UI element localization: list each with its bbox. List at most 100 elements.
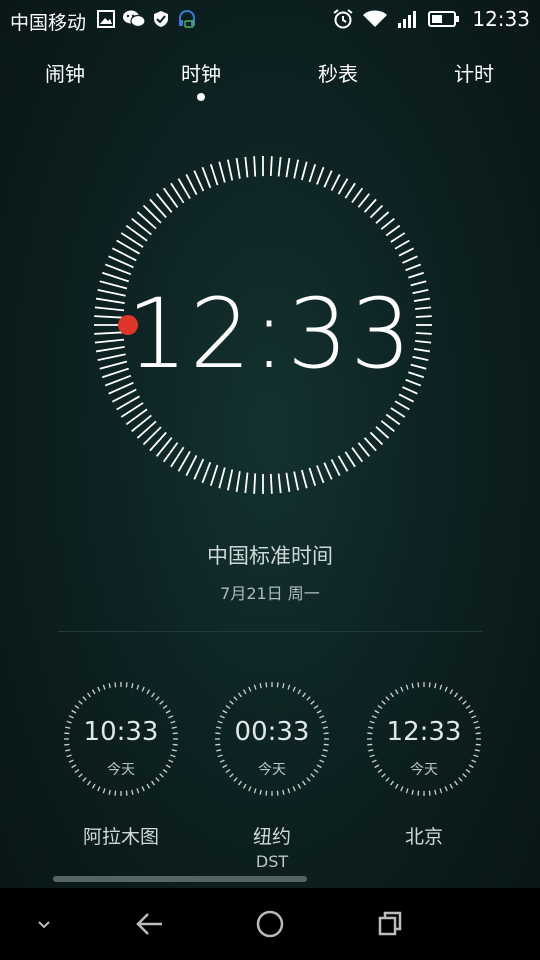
headset-icon	[179, 9, 195, 28]
dial-tick	[351, 447, 364, 463]
tab-stopwatch[interactable]: 秒表	[283, 58, 393, 87]
world-dial-tick	[444, 786, 448, 792]
world-dial-tick	[411, 789, 414, 795]
hide-nav-button[interactable]	[20, 900, 68, 948]
world-dial-tick	[265, 790, 268, 796]
world-dial-tick	[217, 754, 223, 758]
world-dial-tick	[297, 783, 302, 789]
dial-tick	[253, 156, 257, 177]
world-dial-tick	[146, 783, 151, 789]
dial-tick	[300, 161, 308, 181]
time-zone-name: 中国标准时间	[207, 544, 333, 568]
world-dial-tick	[394, 783, 399, 789]
world-dial-tick	[439, 788, 443, 794]
world-dial-tick	[473, 754, 479, 758]
tab-timer[interactable]: 计时	[419, 58, 529, 87]
world-dial-tick	[78, 700, 83, 705]
world-dial-tick	[405, 788, 409, 794]
dial-tick	[104, 263, 132, 276]
world-clock-almaty[interactable]: 10:33 今天	[62, 680, 180, 798]
dial-tick	[218, 161, 226, 183]
back-button[interactable]	[126, 900, 174, 948]
dial-tick	[285, 157, 291, 178]
world-dial-tick	[374, 709, 380, 714]
dial-tick	[402, 255, 418, 264]
world-dial-tick	[302, 780, 307, 786]
world-dial-tick	[444, 686, 448, 692]
image-icon	[97, 10, 115, 28]
dial-tick	[363, 437, 377, 452]
world-dial-tick	[265, 682, 268, 688]
dial-tick	[337, 455, 349, 472]
world-dial-tick	[86, 692, 91, 698]
world-dial-tick	[146, 689, 151, 695]
dial-tick	[357, 442, 371, 457]
dial-tick	[398, 247, 414, 257]
world-dial-tick	[405, 684, 409, 690]
world-dial-tick	[306, 696, 311, 701]
world-dial-tick	[141, 686, 145, 692]
world-clock-time: 10:33	[83, 717, 159, 747]
recents-icon	[378, 911, 402, 936]
dial-tick	[330, 174, 341, 191]
dial-tick	[390, 407, 406, 418]
tab-bar: 闹钟 时钟 秒表 计时	[0, 58, 540, 98]
world-dial-tick	[381, 700, 386, 705]
world-dial-tick	[131, 683, 134, 689]
world-dial-tick	[321, 754, 327, 758]
world-dial-tick	[253, 788, 257, 794]
world-dial-tick	[389, 692, 394, 698]
world-clock-dst-label: DST	[255, 852, 289, 871]
world-clock-new-york[interactable]: 00:33 今天	[213, 680, 331, 798]
dial-tick	[235, 157, 241, 179]
dial-tick	[369, 204, 384, 219]
world-dial-tick	[428, 790, 431, 796]
world-dial-tick	[162, 704, 168, 709]
world-dial-tick	[292, 786, 296, 792]
dial-tick	[375, 211, 390, 224]
world-dial-tick	[377, 704, 383, 709]
world-clock-beijing[interactable]: 12:33 今天	[365, 680, 483, 798]
dial-tick	[385, 224, 401, 237]
world-dial-tick	[389, 780, 394, 786]
dial-tick	[344, 182, 356, 199]
dial-tick	[390, 232, 406, 243]
world-dial-tick	[454, 692, 459, 698]
world-clock-city: 阿拉木图	[82, 826, 159, 848]
world-dial-tick	[233, 696, 238, 701]
wifi-icon	[363, 10, 388, 27]
world-clock-time: 12:33	[386, 717, 462, 747]
world-dial-tick	[159, 700, 164, 705]
tab-clock[interactable]: 时钟	[146, 58, 256, 87]
world-dial-tick	[170, 754, 176, 758]
dial-tick	[201, 461, 212, 484]
world-dial-tick	[417, 682, 420, 688]
world-dial-tick	[91, 689, 96, 695]
world-dial-tick	[71, 709, 77, 714]
dial-tick	[209, 464, 219, 487]
world-dial-tick	[125, 790, 128, 796]
world-dial-tick	[316, 709, 322, 714]
world-dial-tick	[141, 786, 145, 792]
dial-tick	[244, 472, 249, 494]
recents-button[interactable]	[366, 900, 414, 948]
dial-tick	[330, 459, 341, 476]
dial-tick	[235, 471, 241, 493]
world-dial-tick	[114, 682, 117, 688]
world-clock-day: 今天	[410, 762, 438, 778]
dial-tick	[269, 156, 273, 177]
world-dial-tick	[400, 686, 404, 692]
world-dial-tick	[108, 683, 111, 689]
horizontal-scrollbar[interactable]	[53, 876, 307, 882]
world-dial-tick	[449, 783, 454, 789]
dial-tick	[193, 170, 205, 192]
dial-tick	[394, 239, 410, 250]
dial-tick	[357, 193, 371, 208]
dial-tick	[300, 469, 308, 489]
dial-tick	[293, 471, 300, 491]
world-dial-tick	[259, 683, 262, 689]
home-button[interactable]	[246, 900, 294, 948]
tab-alarm[interactable]: 闹钟	[10, 58, 120, 87]
dial-tick	[185, 454, 198, 476]
world-dial-tick	[237, 692, 242, 698]
